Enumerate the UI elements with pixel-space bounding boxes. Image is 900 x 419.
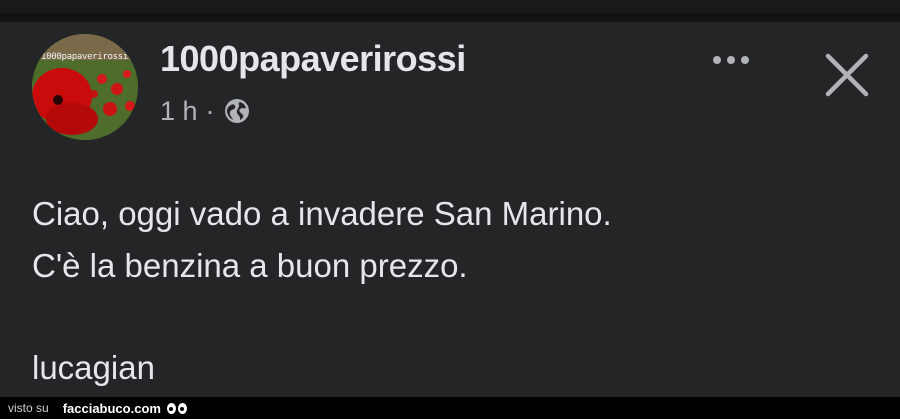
watermark-footer: visto su facciabuco.com: [0, 397, 900, 419]
post-meta: 1 h ·: [160, 96, 251, 126]
eyes-logo-icon: [166, 402, 187, 414]
post-body-line: Ciao, oggi vado a invadere San Marino.: [32, 195, 612, 232]
post-signature: lucagian: [32, 349, 155, 386]
globe-icon: [224, 99, 249, 123]
avatar-watermark-text: 1000papaverirossi: [41, 52, 129, 62]
post-author-name[interactable]: 1000papaverirossi: [160, 38, 466, 80]
footer-visto-label: visto su: [8, 401, 49, 415]
close-icon[interactable]: [818, 48, 874, 104]
more-options-button[interactable]: [702, 40, 760, 80]
avatar[interactable]: 1000papaverirossi: [32, 34, 138, 140]
post-body-line: C'è la benzina a buon prezzo.: [32, 247, 468, 284]
footer-brand: facciabuco.com: [62, 400, 161, 416]
post-time[interactable]: 1 h: [160, 96, 198, 127]
poppy-image: [32, 34, 138, 140]
more-dot-icon: [727, 56, 735, 64]
more-dot-icon: [741, 56, 749, 64]
top-bar: [0, 0, 900, 13]
more-dot-icon: [713, 56, 721, 64]
meta-separator: ·: [205, 95, 215, 126]
top-divider: [0, 13, 900, 22]
post-body: Ciao, oggi vado a invadere San Marino. C…: [32, 188, 852, 292]
